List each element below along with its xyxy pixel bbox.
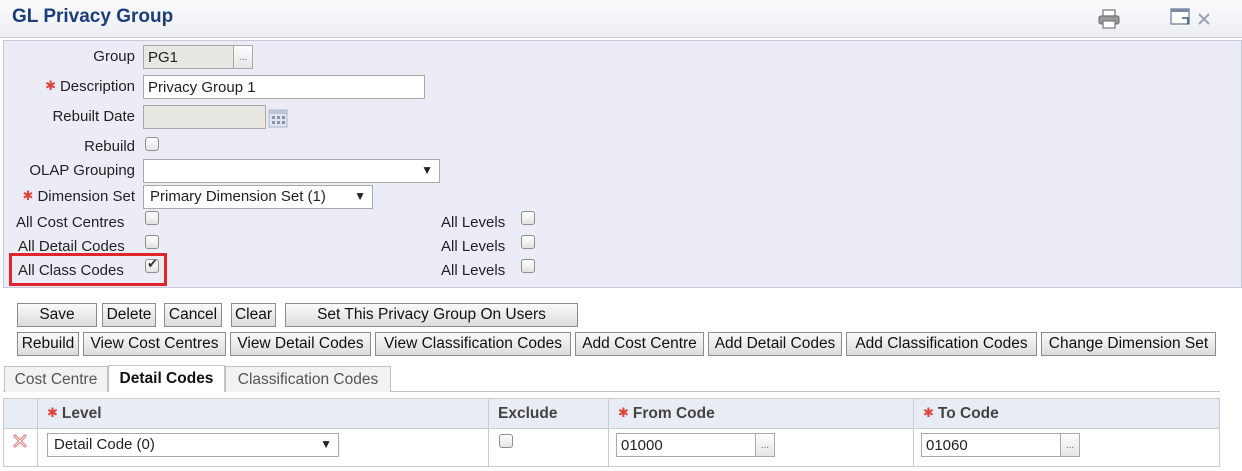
cancel-button[interactable]: Cancel xyxy=(164,303,222,327)
column-header-to-code-text: To Code xyxy=(937,405,999,422)
column-header-to-code[interactable]: ✱ To Code xyxy=(923,405,999,423)
level-select[interactable]: Detail Code (0) ▼ xyxy=(47,433,339,457)
new-window-icon[interactable] xyxy=(1170,7,1192,27)
view-classification-codes-button[interactable]: View Classification Codes xyxy=(375,332,571,356)
all-levels-checkbox-1[interactable] xyxy=(521,211,535,225)
dimension-set-select[interactable]: Primary Dimension Set (1) ▼ xyxy=(143,185,373,209)
title-bar: GL Privacy Group xyxy=(0,0,1242,38)
chevron-down-icon: ▼ xyxy=(354,189,366,203)
page-title: GL Privacy Group xyxy=(12,6,174,27)
to-code-lookup-button[interactable]: ... xyxy=(1060,433,1080,457)
delete-button[interactable]: Delete xyxy=(102,303,156,327)
all-levels-checkbox-3[interactable] xyxy=(521,259,535,273)
required-icon: ✱ xyxy=(618,405,629,420)
column-divider xyxy=(488,398,489,467)
from-code-lookup-button[interactable]: ... xyxy=(755,433,775,457)
printer-icon[interactable] xyxy=(1097,9,1121,29)
chevron-down-icon: ▼ xyxy=(421,163,433,177)
olap-grouping-select[interactable]: ▼ xyxy=(143,159,440,183)
dimension-set-label: ✱ Dimension Set xyxy=(23,188,135,205)
column-divider xyxy=(608,398,609,467)
required-icon: ✱ xyxy=(45,78,56,93)
add-classification-codes-button[interactable]: Add Classification Codes xyxy=(846,332,1037,356)
column-header-exclude[interactable]: Exclude xyxy=(498,405,557,423)
rebuilt-date-label: Rebuilt Date xyxy=(52,108,135,125)
all-detail-codes-checkbox[interactable] xyxy=(145,235,159,249)
clear-button[interactable]: Clear xyxy=(231,303,276,327)
rebuild-checkbox[interactable] xyxy=(145,137,159,151)
required-icon: ✱ xyxy=(47,405,58,420)
tab-cost-centre[interactable]: Cost Centre xyxy=(4,366,108,392)
column-divider xyxy=(913,398,914,467)
add-detail-codes-button[interactable]: Add Detail Codes xyxy=(708,332,842,356)
to-code-input[interactable] xyxy=(921,433,1061,457)
required-icon: ✱ xyxy=(22,188,34,203)
column-header-level-text: Level xyxy=(61,405,102,422)
save-button[interactable]: Save xyxy=(17,303,97,327)
olap-grouping-label: OLAP Grouping xyxy=(29,162,135,179)
highlight-box xyxy=(9,253,167,286)
view-cost-centres-button[interactable]: View Cost Centres xyxy=(83,332,226,356)
from-code-input[interactable] xyxy=(616,433,756,457)
column-divider xyxy=(37,398,38,467)
delete-row-icon[interactable] xyxy=(12,433,28,449)
required-icon: ✱ xyxy=(923,405,934,420)
dimension-set-value: Primary Dimension Set (1) xyxy=(150,188,326,205)
rebuild-button[interactable]: Rebuild xyxy=(17,332,79,356)
tab-classification-codes[interactable]: Classification Codes xyxy=(225,366,391,392)
chevron-down-icon: ▼ xyxy=(320,437,332,451)
description-label-text: Description xyxy=(59,78,135,95)
set-privacy-group-on-users-button[interactable]: Set This Privacy Group On Users xyxy=(285,303,578,327)
close-icon[interactable] xyxy=(1196,9,1212,27)
rebuilt-date-input[interactable] xyxy=(143,105,266,129)
all-cost-centres-label: All Cost Centres xyxy=(16,214,125,231)
column-header-from-code-text: From Code xyxy=(632,405,715,422)
all-levels-label-1: All Levels xyxy=(441,214,506,231)
description-label: ✱ Description xyxy=(45,78,135,95)
column-header-level[interactable]: ✱ Level xyxy=(47,405,102,423)
group-label: Group xyxy=(93,48,135,65)
change-dimension-set-button[interactable]: Change Dimension Set xyxy=(1041,332,1216,356)
all-levels-label-3: All Levels xyxy=(441,262,506,279)
add-cost-centre-button[interactable]: Add Cost Centre xyxy=(575,332,704,356)
all-cost-centres-checkbox[interactable] xyxy=(145,211,159,225)
rebuild-label: Rebuild xyxy=(84,138,135,155)
description-input[interactable] xyxy=(143,75,425,99)
all-levels-checkbox-2[interactable] xyxy=(521,235,535,249)
calendar-icon[interactable] xyxy=(267,107,289,129)
view-detail-codes-button[interactable]: View Detail Codes xyxy=(230,332,371,356)
column-header-from-code[interactable]: ✱ From Code xyxy=(618,405,715,423)
group-input[interactable] xyxy=(143,45,234,69)
dimension-set-label-text: Dimension Set xyxy=(37,188,135,205)
all-levels-label-2: All Levels xyxy=(441,238,506,255)
exclude-checkbox[interactable] xyxy=(499,434,513,448)
level-value: Detail Code (0) xyxy=(54,436,155,453)
grid-header xyxy=(3,398,1220,429)
tab-detail-codes[interactable]: Detail Codes xyxy=(108,365,225,392)
group-lookup-button[interactable]: ... xyxy=(233,45,253,69)
